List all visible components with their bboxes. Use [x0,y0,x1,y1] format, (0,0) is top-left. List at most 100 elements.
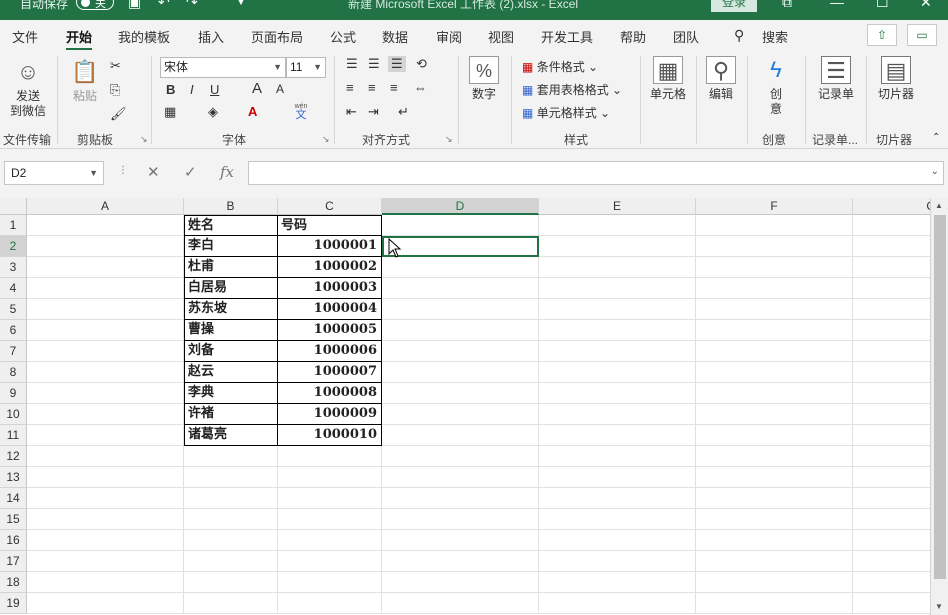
cell-a19[interactable] [27,593,184,614]
cell-c10[interactable]: 1000009 [278,404,382,425]
search-label[interactable]: 搜索 [762,27,788,46]
row-header[interactable]: 6 [0,320,27,341]
cell-d15[interactable] [382,509,539,530]
cell-b3[interactable]: 杜甫 [184,257,278,278]
tab-file[interactable]: 文件 [12,27,38,46]
cell-f16[interactable] [696,530,853,551]
cell-e1[interactable] [539,215,696,236]
cell-e16[interactable] [539,530,696,551]
row-header[interactable]: 1 [0,215,27,236]
tab-my-templates[interactable]: 我的模板 [118,27,170,46]
cell-f19[interactable] [696,593,853,614]
cell-e4[interactable] [539,278,696,299]
column-header-a[interactable]: A [27,198,184,215]
cell-g12[interactable] [853,446,930,467]
login-button[interactable]: 登录 [711,0,757,12]
row-header[interactable]: 3 [0,257,27,278]
cell-g17[interactable] [853,551,930,572]
cell-e15[interactable] [539,509,696,530]
cell-d7[interactable] [382,341,539,362]
cell-b17[interactable] [184,551,278,572]
customize-icon[interactable]: ▼ [236,0,246,8]
cell-g4[interactable] [853,278,930,299]
cell-d10[interactable] [382,404,539,425]
cell-b8[interactable]: 赵云 [184,362,278,383]
cell-e3[interactable] [539,257,696,278]
decrease-indent-icon[interactable]: ⇤ [346,104,357,120]
cell-d4[interactable] [382,278,539,299]
align-right-icon[interactable]: ≡ [390,80,398,95]
cell-c5[interactable]: 1000004 [278,299,382,320]
cell-e14[interactable] [539,488,696,509]
autosave-toggle[interactable]: 关 [76,0,114,10]
border-icon[interactable]: ▦ [164,104,176,120]
cell-g6[interactable] [853,320,930,341]
tab-view[interactable]: 视图 [488,27,514,46]
cell-e11[interactable] [539,425,696,446]
cell-d14[interactable] [382,488,539,509]
align-bottom-icon[interactable]: ☰ [388,56,406,72]
create-button[interactable]: ϟ 创 意 [760,56,792,117]
cell-c1[interactable]: 号码 [278,215,382,236]
cell-g13[interactable] [853,467,930,488]
tab-insert[interactable]: 插入 [198,27,224,46]
cell-c15[interactable] [278,509,382,530]
cell-b6[interactable]: 曹操 [184,320,278,341]
search-icon[interactable]: ⚲ [734,27,744,44]
cell-d8[interactable] [382,362,539,383]
cell-c8[interactable]: 1000007 [278,362,382,383]
shrink-font-button[interactable]: A [276,82,284,96]
share-icon[interactable]: ⇧ [867,24,897,46]
column-header-b[interactable]: B [184,198,278,215]
orientation-icon[interactable]: ⟲ [416,56,427,72]
cell-f2[interactable] [696,236,853,257]
cell-b16[interactable] [184,530,278,551]
scroll-down-icon[interactable]: ▼ [935,602,943,611]
cell-a3[interactable] [27,257,184,278]
tab-developer[interactable]: 开发工具 [541,27,593,46]
merge-center-icon[interactable]: ⇔ [414,80,427,95]
row-header[interactable]: 10 [0,404,27,425]
cell-b5[interactable]: 苏东坡 [184,299,278,320]
phonetic-button[interactable]: wén 文 [292,103,310,121]
row-header[interactable]: 7 [0,341,27,362]
edit-button[interactable]: ⚲ 编辑 [705,56,737,102]
cells-button[interactable]: ▦ 单元格 [648,56,688,102]
cell-f11[interactable] [696,425,853,446]
cell-a11[interactable] [27,425,184,446]
underline-button[interactable]: U [210,82,219,97]
redo-icon[interactable]: ↷ [186,0,198,11]
cell-e13[interactable] [539,467,696,488]
cell-d3[interactable] [382,257,539,278]
cell-a4[interactable] [27,278,184,299]
cell-f14[interactable] [696,488,853,509]
cell-g18[interactable] [853,572,930,593]
slicer-button[interactable]: ▤ 切片器 [874,56,918,102]
cell-b9[interactable]: 李典 [184,383,278,404]
insert-function-icon[interactable]: fx [220,163,234,181]
cell-b13[interactable] [184,467,278,488]
undo-icon[interactable]: ↶ [158,0,170,11]
column-header-g[interactable]: G [853,198,930,215]
row-header[interactable]: 17 [0,551,27,572]
cell-g16[interactable] [853,530,930,551]
row-header[interactable]: 13 [0,467,27,488]
cell-f17[interactable] [696,551,853,572]
cell-a6[interactable] [27,320,184,341]
cell-g19[interactable] [853,593,930,614]
cell-b18[interactable] [184,572,278,593]
align-center-icon[interactable]: ≡ [368,80,376,95]
paste-button[interactable]: 📋 粘贴 [68,58,102,104]
cell-a9[interactable] [27,383,184,404]
cell-g8[interactable] [853,362,930,383]
cell-d18[interactable] [382,572,539,593]
cell-f1[interactable] [696,215,853,236]
cell-b1[interactable]: 姓名 [184,215,278,236]
row-header[interactable]: 9 [0,383,27,404]
cell-g2[interactable] [853,236,930,257]
cell-e10[interactable] [539,404,696,425]
row-header[interactable]: 8 [0,362,27,383]
save-icon[interactable]: ▣ [128,0,141,11]
cell-a16[interactable] [27,530,184,551]
cell-e7[interactable] [539,341,696,362]
